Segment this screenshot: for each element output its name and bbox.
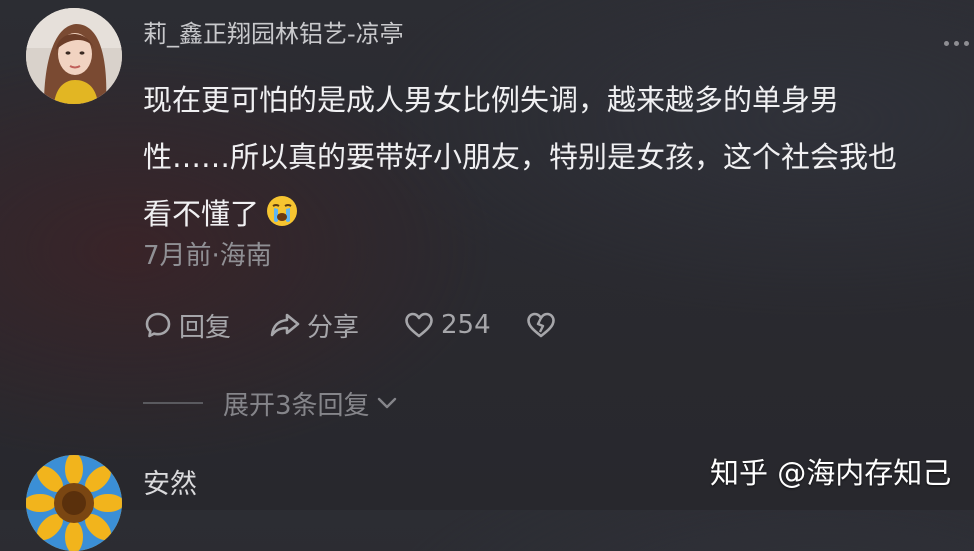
chevron-down-icon — [377, 397, 396, 409]
broken-heart-icon — [527, 312, 555, 338]
user-avatar-photo — [26, 8, 122, 104]
crying-face-emoji-icon — [265, 190, 299, 226]
heart-icon — [405, 312, 433, 338]
avatar[interactable] — [26, 455, 122, 551]
like-count: 254 — [441, 310, 491, 340]
sunflower-avatar-image — [26, 455, 122, 551]
comment-line: 现在更可怕的是成人男女比例失调，越来越多的单身男 — [143, 83, 840, 117]
share-label: 分享 — [307, 312, 360, 343]
share-button[interactable]: 分享 — [269, 307, 403, 344]
reply-label: 回复 — [179, 312, 232, 343]
share-arrow-icon — [270, 313, 300, 337]
expand-replies-label: 展开3条回复 — [223, 390, 370, 421]
dislike-button[interactable] — [525, 310, 557, 340]
comment-line: 性……所以真的要带好小朋友，特别是女孩，这个社会我也 — [143, 140, 898, 174]
avatar[interactable] — [26, 8, 122, 104]
more-options-icon[interactable] — [944, 38, 974, 48]
more-dot — [954, 40, 959, 46]
chat-bubble-icon — [145, 312, 171, 338]
comment-meta: 7月前·海南 — [143, 241, 272, 271]
expand-divider — [143, 402, 203, 404]
watermark: 知乎 @海内存知己 — [710, 456, 952, 490]
comment-username[interactable]: 莉_鑫正翔园林铝艺-凉亭 — [143, 14, 404, 49]
more-dot — [964, 40, 969, 46]
comment-username[interactable]: 安然 — [143, 462, 197, 501]
comment-actions: 回复 分享 254 — [143, 305, 557, 345]
comment-line-text: 看不懂了 — [143, 197, 260, 231]
reply-button[interactable]: 回复 — [143, 307, 269, 344]
like-button[interactable]: 254 — [403, 310, 525, 340]
expand-replies-button[interactable]: 展开3条回复 — [143, 383, 398, 423]
comment-text: 现在更可怕的是成人男女比例失调，越来越多的单身男 性……所以真的要带好小朋友，特… — [143, 72, 974, 243]
more-dot — [944, 40, 949, 46]
